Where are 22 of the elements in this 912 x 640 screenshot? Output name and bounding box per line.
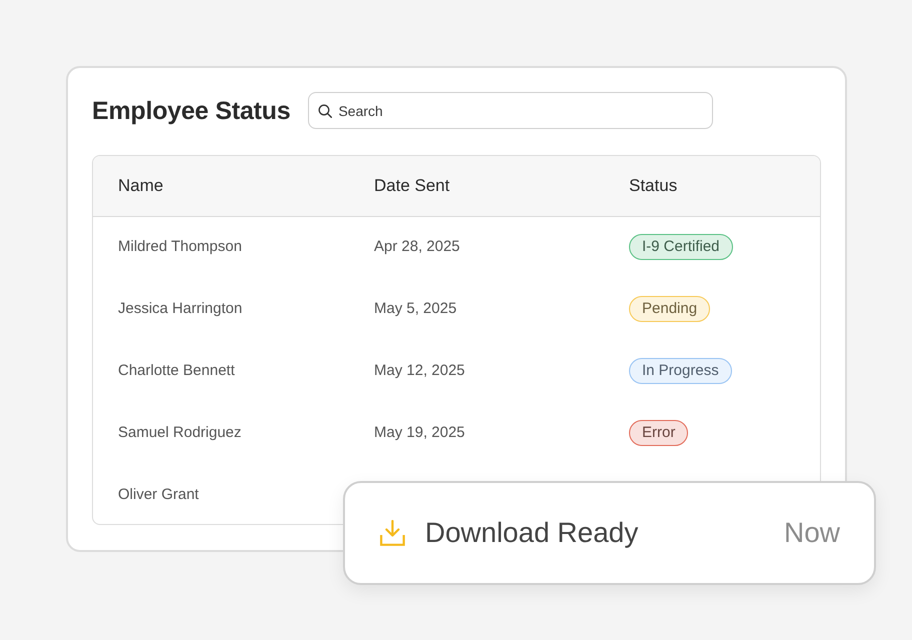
panel-title: Employee Status	[92, 96, 290, 126]
status-tag: Pending	[629, 296, 710, 322]
employee-name: Oliver Grant	[117, 484, 200, 505]
status-tag: I-9 Certified	[629, 234, 733, 260]
column-header: Status	[604, 156, 820, 216]
status-tag: In Progress	[629, 358, 732, 384]
date-sent: May 12, 2025	[373, 360, 466, 381]
date-sent: Apr 28, 2025	[349, 216, 604, 278]
employee-name: Mildred Thompson	[93, 216, 349, 278]
date-sent: May 5, 2025	[373, 298, 458, 319]
download-icon	[380, 520, 405, 546]
employee-name: Jessica Harrington	[117, 298, 244, 319]
status-tag: Error	[629, 420, 688, 446]
toast-time: Now	[784, 516, 840, 550]
search-icon	[318, 104, 332, 118]
date-sent: May 19, 2025	[373, 422, 466, 443]
employee-name: Samuel Rodriguez	[117, 422, 242, 443]
toast-title: Download Ready	[425, 516, 638, 550]
column-header: Date Sent	[349, 156, 604, 216]
search-field[interactable]: Search	[308, 92, 714, 129]
column-header: Name	[93, 156, 349, 216]
employee-name: Charlotte Bennett	[117, 360, 236, 381]
